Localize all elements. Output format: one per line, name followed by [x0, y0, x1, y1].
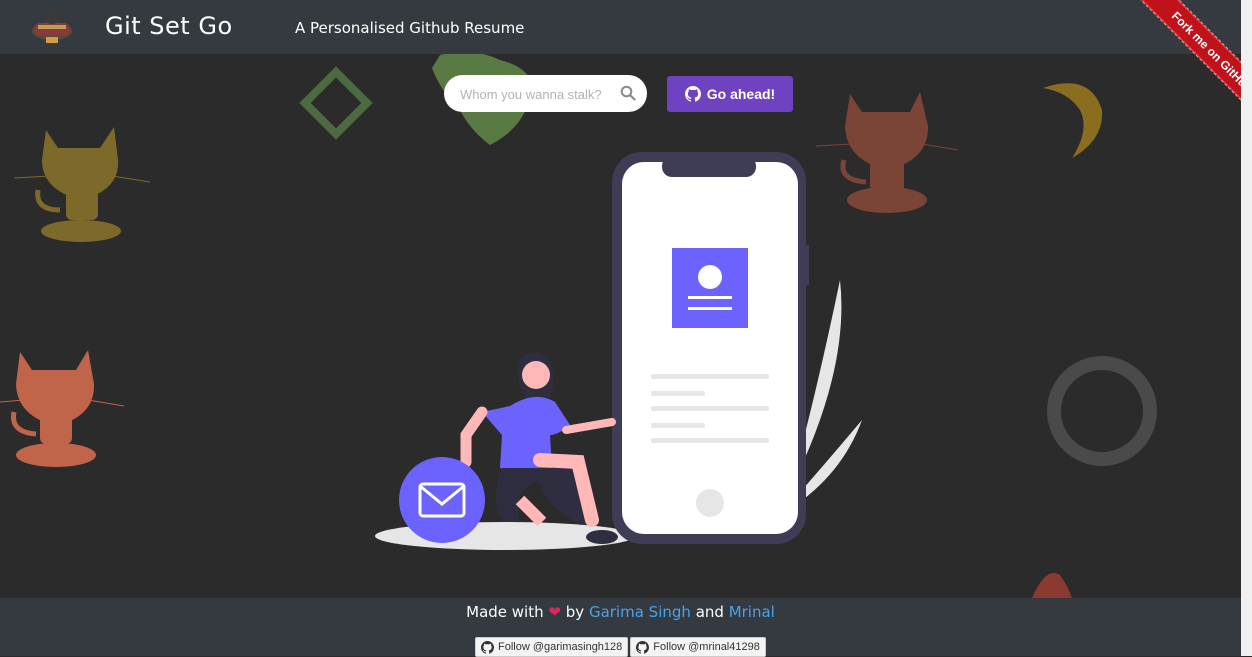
diamond-shape	[299, 66, 373, 140]
brand-title[interactable]: Git Set Go	[105, 12, 233, 40]
github-icon	[636, 640, 650, 654]
follow-button-mrinal[interactable]: Follow @mrinal41298	[630, 637, 766, 657]
search-bar	[444, 75, 647, 114]
octocat-silhouette-icon	[0, 350, 125, 467]
tagline: A Personalised Github Resume	[295, 19, 525, 37]
author-link-mrinal[interactable]: Mrinal	[729, 603, 775, 621]
footer: Made with ❤ by Garima Singh and Mrinal F…	[0, 598, 1241, 657]
scrollbar[interactable]	[1241, 0, 1252, 656]
ring-shape	[1047, 356, 1157, 466]
by-text: by	[565, 603, 585, 621]
credits-line: Made with ❤ by Garima Singh and Mrinal	[0, 603, 1241, 621]
semicircle-shape	[1032, 573, 1072, 598]
fork-ribbon: Fork me on GitHub	[1100, 0, 1241, 141]
go-ahead-label: Go ahead!	[706, 86, 776, 102]
made-with-text: Made with	[466, 603, 544, 621]
navbar: Git Set Go A Personalised Github Resume	[0, 0, 1252, 54]
and-text: and	[695, 603, 724, 621]
go-ahead-button[interactable]: Go ahead!	[667, 76, 793, 112]
github-icon	[684, 86, 701, 102]
octocat-silhouette-icon	[13, 127, 151, 242]
search-icon[interactable]	[620, 85, 636, 101]
follow-label: Follow @mrinal41298	[653, 641, 760, 653]
github-icon	[481, 640, 494, 654]
follow-label: Follow @garimasingh128	[498, 641, 623, 653]
crescent-shape	[1043, 83, 1103, 158]
follow-buttons: Follow @garimasingh128 Follow @mrinal412…	[475, 637, 766, 657]
author-link-garima[interactable]: Garima Singh	[589, 603, 691, 621]
search-input[interactable]	[458, 75, 612, 114]
octocat-logo-icon[interactable]	[28, 9, 76, 45]
heart-icon: ❤	[548, 603, 561, 621]
follow-button-garima[interactable]: Follow @garimasingh128	[475, 637, 629, 657]
resume-illustration	[375, 152, 862, 550]
fork-me-link[interactable]: Fork me on GitHub	[1131, 0, 1241, 133]
